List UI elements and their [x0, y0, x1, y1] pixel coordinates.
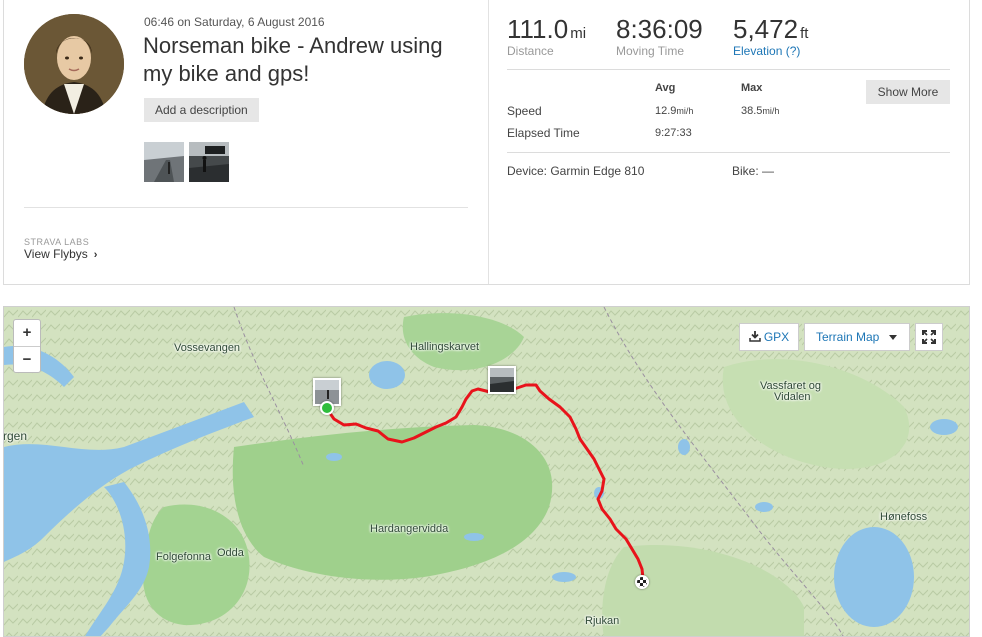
speed-avg-value: 12.9 [655, 105, 677, 117]
map-label: Odda [217, 547, 244, 559]
map-label: Vidalen [774, 391, 811, 403]
fullscreen-button[interactable] [915, 323, 943, 351]
speed-max-value: 38.5 [741, 105, 763, 117]
photo-thumbnail[interactable] [144, 142, 184, 182]
terrain-map-tiles [4, 307, 969, 636]
map-label: Folgefonna [156, 551, 212, 563]
photo-thumbnail[interactable] [189, 142, 229, 182]
divider [507, 152, 950, 153]
elevation-value: 5,472 [733, 14, 799, 44]
elevation-unit: ft [800, 25, 809, 42]
route-map[interactable]: Vossevangen Hallingskarvet Vassfaret og … [3, 306, 970, 637]
chevron-right-icon: › [93, 249, 98, 261]
elevation-stat: 5,472 ft Elevation (?) [733, 14, 808, 58]
finish-marker[interactable] [635, 575, 649, 589]
zoom-control: + − [13, 319, 41, 373]
divider [488, 0, 489, 284]
map-label: Hardangervidda [370, 523, 449, 535]
avg-header: Avg [655, 82, 676, 94]
speed-avg-unit: mi/h [676, 106, 694, 116]
elevation-label[interactable]: Elevation (?) [733, 44, 808, 58]
map-label: Rjukan [585, 615, 620, 627]
activity-timestamp: 06:46 on Saturday, 6 August 2016 [144, 15, 325, 29]
add-description-button[interactable]: Add a description [144, 98, 259, 122]
expand-icon [922, 330, 936, 344]
speed-label: Speed [507, 104, 542, 118]
distance-unit: mi [570, 25, 587, 42]
zoom-out-button[interactable]: − [14, 346, 40, 372]
max-header: Max [741, 82, 763, 94]
strava-labs-tag: STRAVA LABS [24, 237, 90, 247]
start-marker[interactable] [320, 401, 334, 415]
map-label: Vossevangen [174, 342, 241, 354]
download-icon [749, 331, 761, 342]
view-flybys-label: View Flybys [24, 247, 88, 261]
distance-label: Distance [507, 44, 554, 58]
speed-avg: 12.9mi/h [655, 105, 693, 117]
bike-info: Bike: — [732, 164, 775, 178]
map-label: Hønefoss [880, 511, 928, 523]
distance-value: 111.0 [507, 14, 569, 44]
map-photo-marker[interactable] [488, 366, 516, 394]
distance-stat: 111.0 mi Distance [507, 14, 586, 58]
map-type-dropdown[interactable]: Terrain Map [804, 323, 910, 351]
moving-time-label: Moving Time [616, 44, 685, 58]
zoom-in-button[interactable]: + [14, 320, 40, 346]
caret-down-icon [889, 335, 897, 340]
activity-card: 06:46 on Saturday, 6 August 2016 Norsema… [3, 0, 970, 285]
device-info: Device: Garmin Edge 810 [507, 164, 645, 178]
elapsed-time-label: Elapsed Time [507, 126, 580, 140]
athlete-avatar[interactable] [24, 14, 124, 114]
divider [24, 207, 468, 208]
show-more-button[interactable]: Show More [866, 80, 950, 104]
gpx-download-button[interactable]: GPX [739, 323, 799, 351]
view-flybys-link[interactable]: View Flybys › [24, 247, 97, 261]
divider [507, 69, 950, 70]
gpx-label: GPX [763, 330, 790, 344]
moving-time-stat: 8:36:09 Moving Time [616, 14, 703, 58]
speed-max-unit: mi/h [762, 106, 780, 116]
map-label: rgen [3, 429, 28, 443]
speed-max: 38.5mi/h [741, 105, 779, 117]
moving-time-value: 8:36:09 [616, 14, 703, 44]
map-type-label: Terrain Map [816, 330, 880, 344]
activity-title[interactable]: Norseman bike - Andrew using my bike and… [143, 32, 443, 88]
map-label: Hallingskarvet [410, 341, 480, 353]
elapsed-time-value: 9:27:33 [655, 127, 692, 139]
